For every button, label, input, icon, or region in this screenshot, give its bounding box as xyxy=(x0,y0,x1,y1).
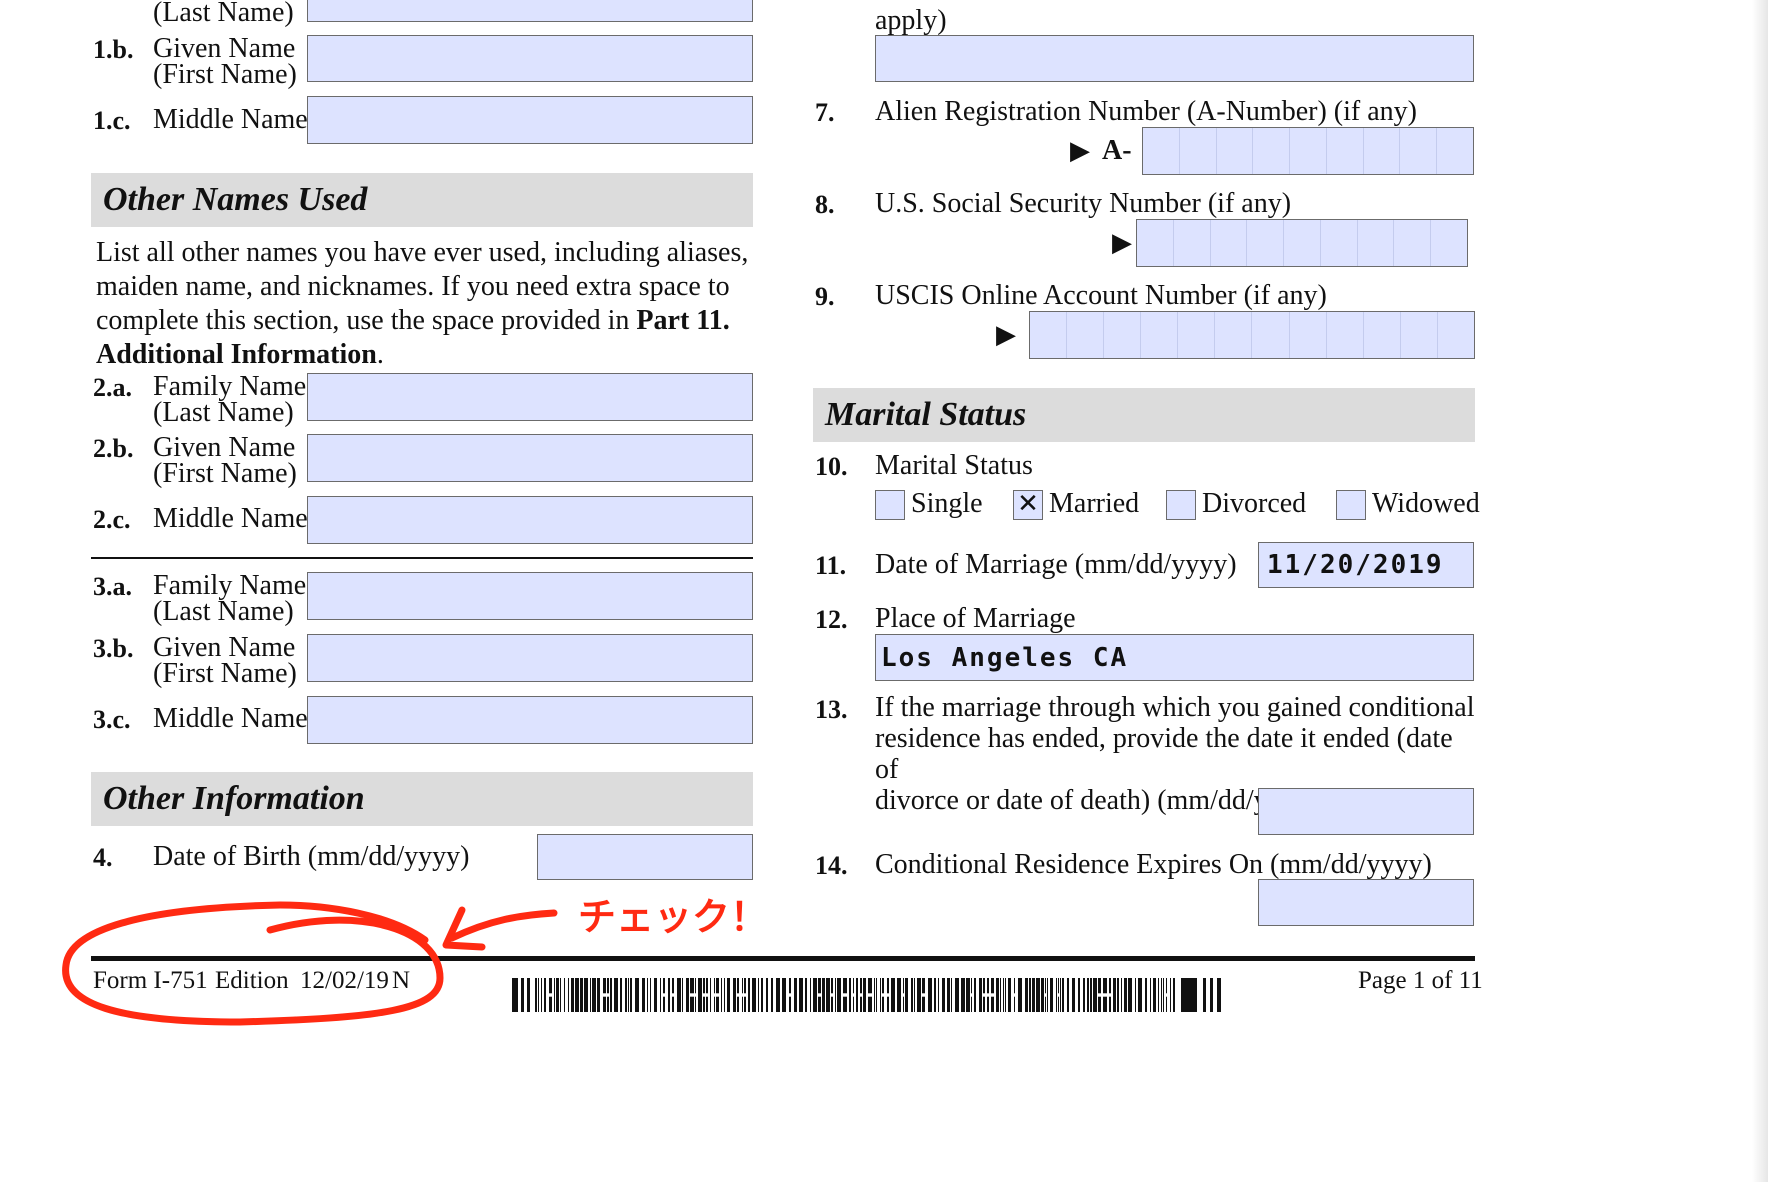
page-edge-shadow xyxy=(1752,0,1768,1182)
annotation-overlay xyxy=(62,901,558,1026)
annotation-circle xyxy=(62,901,444,1026)
annotation-check-text: チェック！ xyxy=(578,895,769,939)
annotation-arrow xyxy=(448,909,558,942)
